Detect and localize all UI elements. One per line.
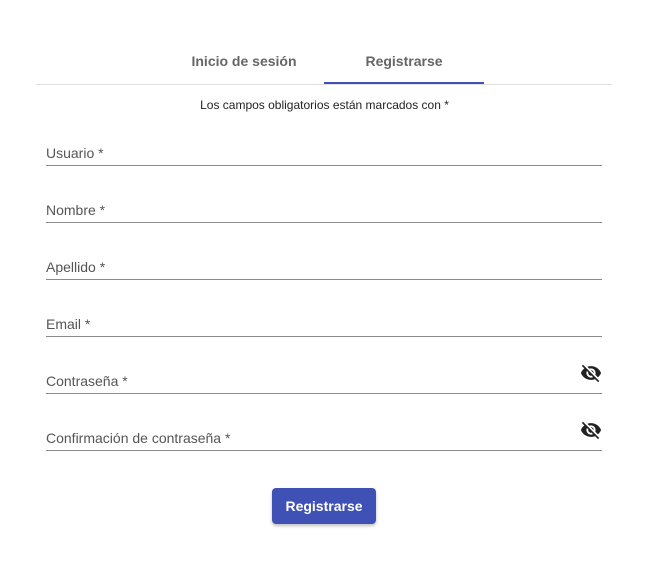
password-field[interactable]: Contraseña * xyxy=(46,354,602,394)
first-name-underline xyxy=(46,222,602,223)
register-button[interactable]: Registrarse xyxy=(272,488,376,524)
required-fields-note: Los campos obligatorios están marcados c… xyxy=(200,98,449,112)
username-field[interactable]: Usuario * xyxy=(46,126,602,166)
toggle-password-confirm-visibility-button[interactable] xyxy=(580,419,602,441)
first-name-input[interactable] xyxy=(46,197,570,221)
last-name-input[interactable] xyxy=(46,254,570,278)
password-confirm-input[interactable] xyxy=(46,425,570,449)
password-confirm-underline xyxy=(46,450,602,451)
password-input[interactable] xyxy=(46,368,570,392)
username-underline xyxy=(46,165,602,166)
email-input[interactable] xyxy=(46,311,570,335)
tab-register[interactable]: Registrarse xyxy=(324,40,484,82)
last-name-underline xyxy=(46,279,602,280)
password-confirm-field[interactable]: Confirmación de contraseña * xyxy=(46,411,602,451)
active-tab-indicator xyxy=(324,82,484,84)
password-underline xyxy=(46,393,602,394)
tab-login[interactable]: Inicio de sesión xyxy=(164,40,324,82)
email-underline xyxy=(46,336,602,337)
username-input[interactable] xyxy=(46,140,570,164)
eye-off-icon xyxy=(580,421,602,440)
last-name-field[interactable]: Apellido * xyxy=(46,240,602,280)
auth-tabs: Inicio de sesión Registrarse xyxy=(36,40,612,85)
first-name-field[interactable]: Nombre * xyxy=(46,183,602,223)
eye-off-icon xyxy=(580,364,602,383)
toggle-password-visibility-button[interactable] xyxy=(580,362,602,384)
email-field[interactable]: Email * xyxy=(46,297,602,337)
